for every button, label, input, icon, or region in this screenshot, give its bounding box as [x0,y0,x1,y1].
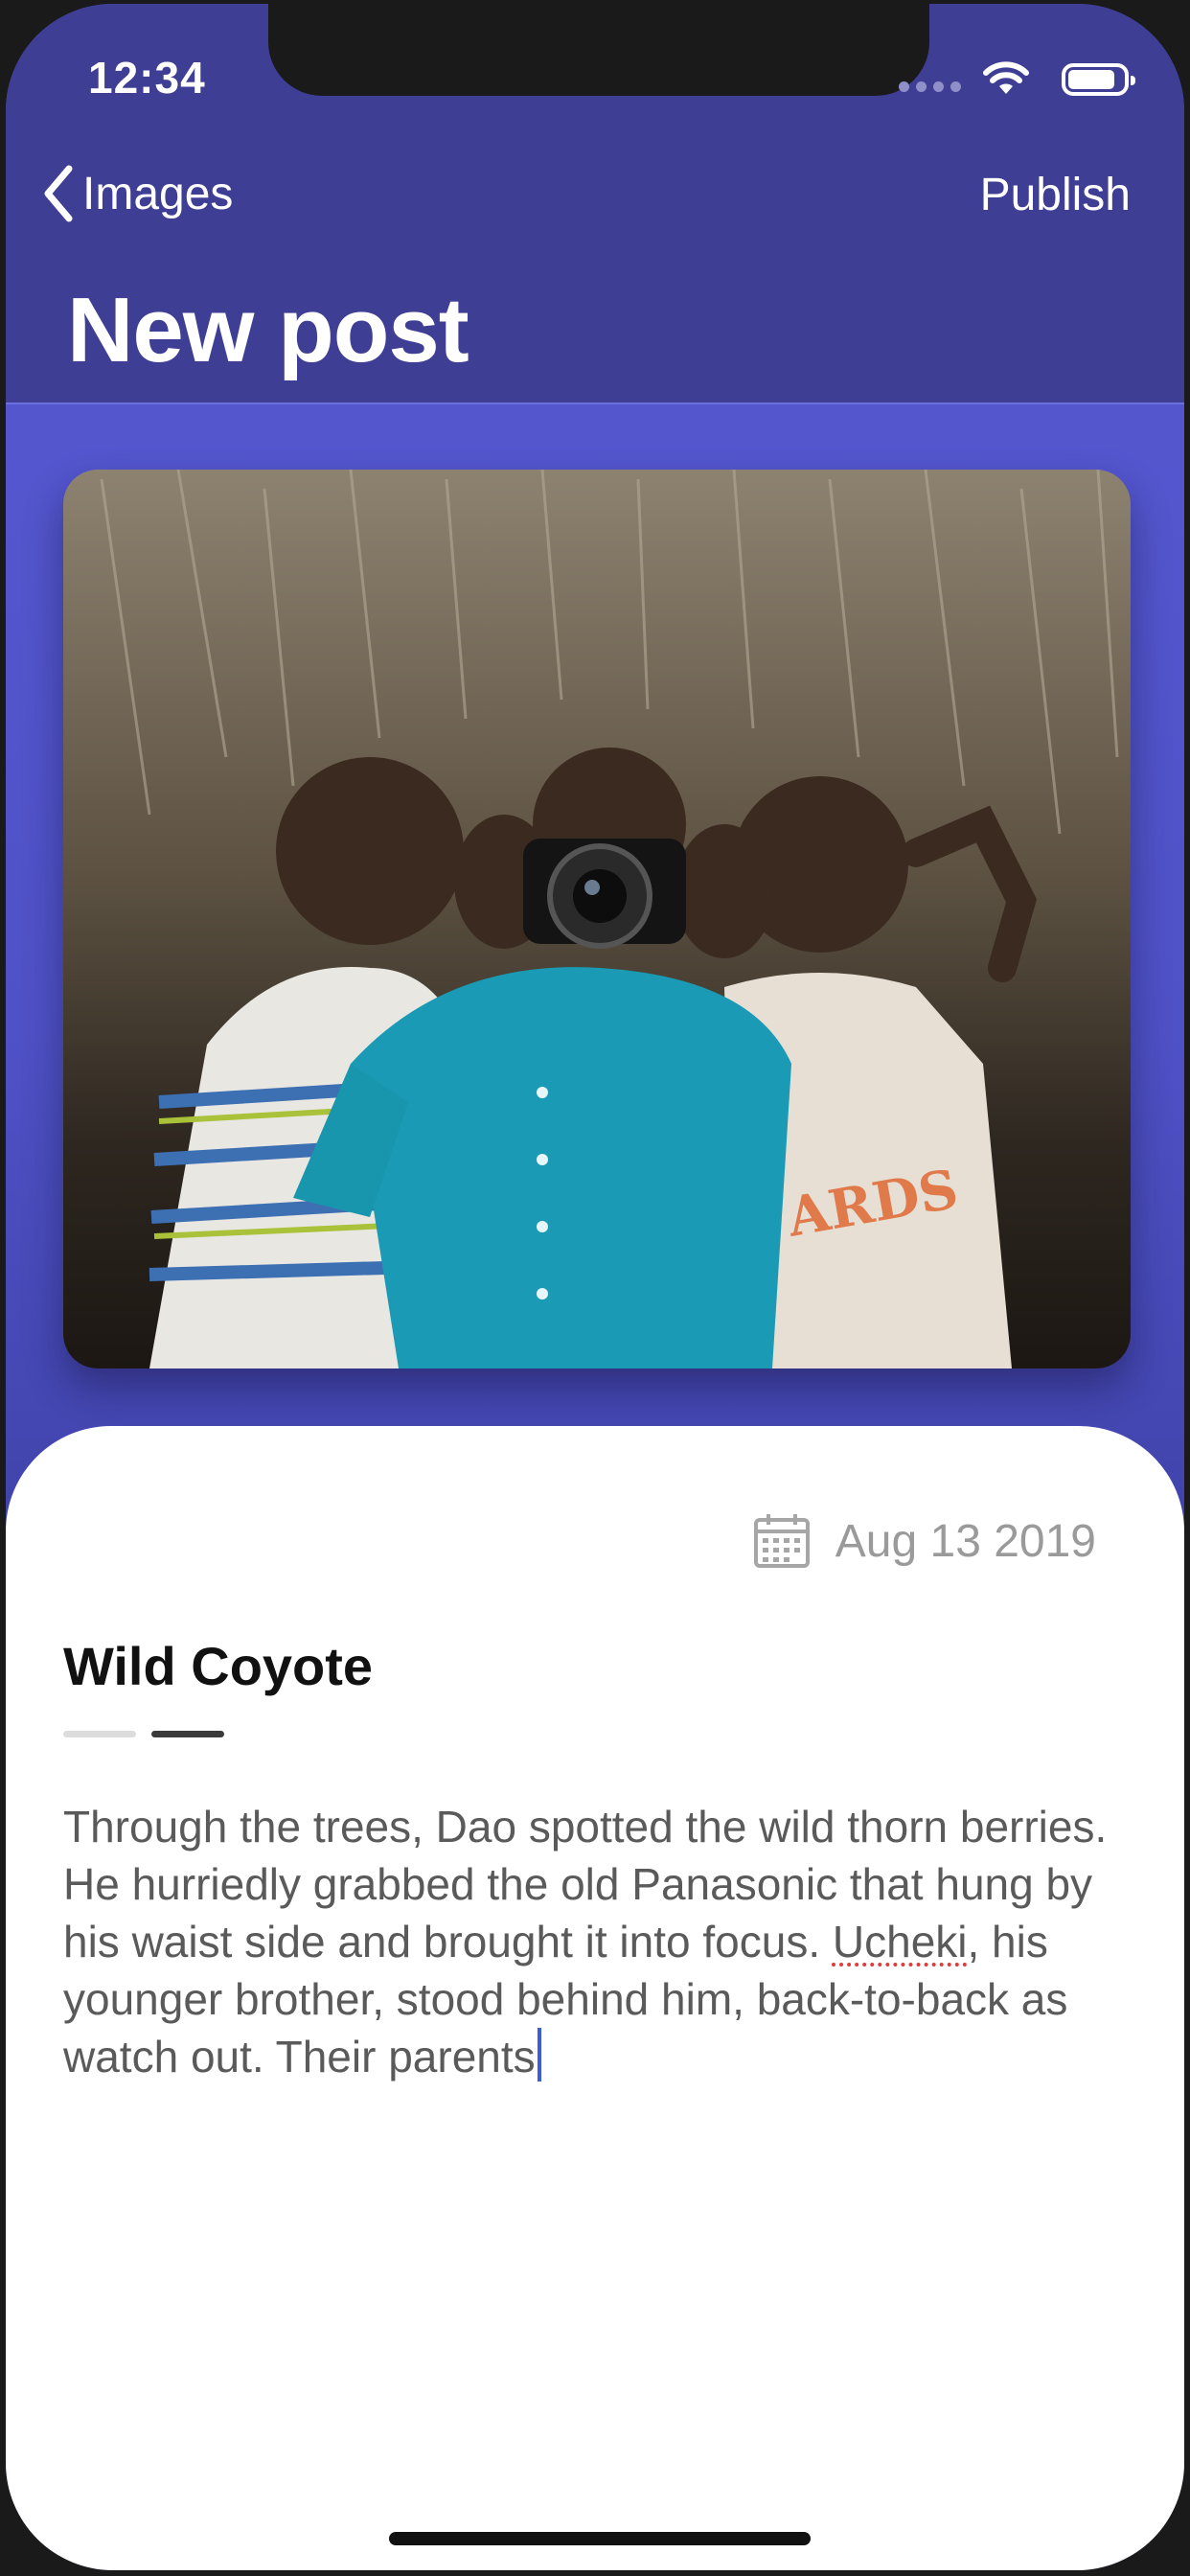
back-label: Images [82,168,234,219]
battery-level [1068,70,1114,89]
title-divider-dark [151,1731,224,1737]
post-photo[interactable]: ARDS [63,470,1131,1368]
cellular-signal-icon [899,79,966,92]
photo-image: ARDS [63,470,1131,1368]
text-cursor [537,2028,541,2082]
chevron-left-icon [44,165,73,222]
post-date-value: Aug 13 2019 [835,1515,1096,1567]
misspelled-word[interactable]: Ucheki [833,1917,968,1966]
title-divider-light [63,1731,136,1737]
home-indicator[interactable] [389,2532,811,2545]
wifi-icon [983,61,1029,94]
status-time: 12:34 [88,53,206,103]
calendar-icon [753,1514,810,1568]
battery-icon [1062,63,1135,96]
page-title: New post [67,279,469,381]
post-body-field[interactable]: Through the trees, Dao spotted the wild … [63,1798,1127,2085]
publish-button[interactable]: Publish [980,169,1131,221]
post-title-field[interactable]: Wild Coyote [63,1635,373,1697]
post-date[interactable]: Aug 13 2019 [753,1512,1096,1570]
post-editor-sheet: Aug 13 2019 Wild Coyote Through the tree… [6,1426,1184,2570]
device-notch [268,4,929,96]
back-button[interactable]: Images [42,165,233,222]
status-icons [887,58,1136,96]
phone-screen: 12:34 Images Publish New post ARDS Aug 1… [6,4,1184,2570]
navigation-bar: 12:34 Images Publish New post [6,4,1184,404]
